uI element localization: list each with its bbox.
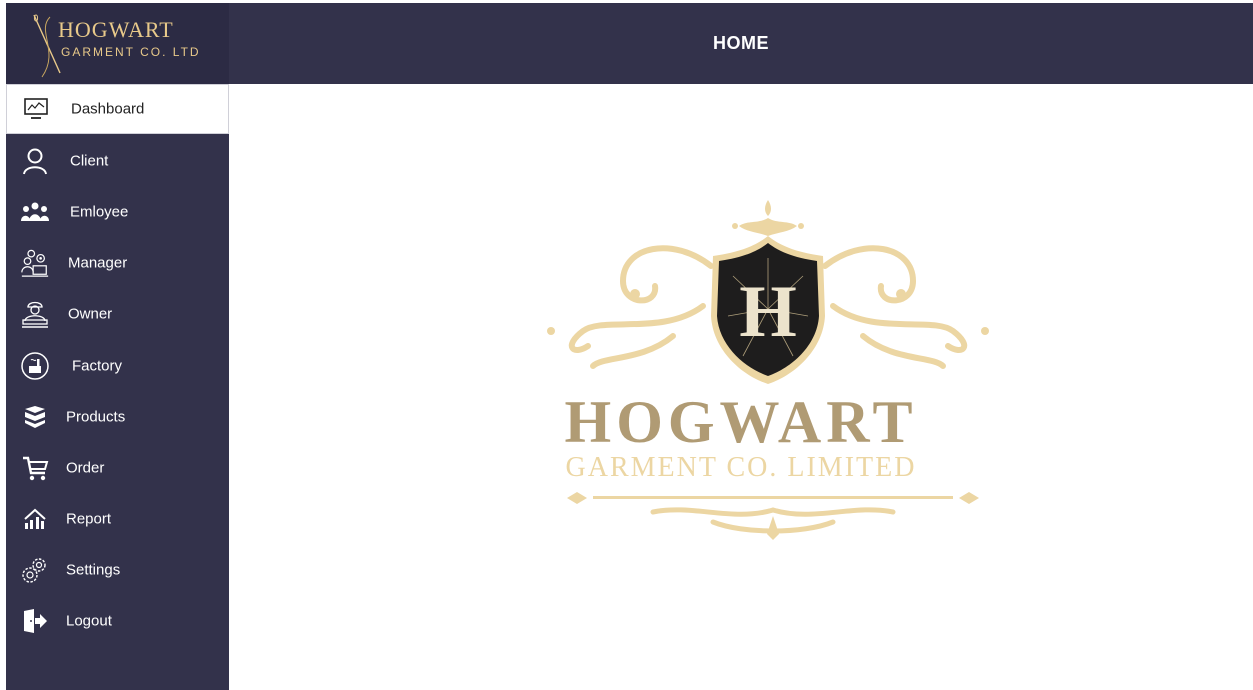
sidebar-item-manager[interactable]: Manager <box>6 238 229 289</box>
app-window: HOGWART GARMENT CO. LTD Dashboard Client… <box>0 0 1253 690</box>
factory-icon <box>20 351 50 381</box>
sidebar-item-settings[interactable]: Settings <box>6 545 229 596</box>
sidebar-item-owner[interactable]: Owner <box>6 289 229 340</box>
sidebar-item-label: Emloyee <box>70 203 129 221</box>
sidebar-item-order[interactable]: Order <box>6 442 229 493</box>
sidebar-item-label: Factory <box>72 357 123 375</box>
dashboard-icon <box>21 94 51 124</box>
sidebar-item-label: Logout <box>66 612 112 630</box>
page-title: HOME <box>713 33 769 53</box>
owner-icon <box>20 299 50 329</box>
sidebar-item-products[interactable]: Products <box>6 391 229 442</box>
brand-title: HOGWART <box>564 389 918 455</box>
sidebar-item-label: Report <box>66 510 112 528</box>
logout-icon <box>20 606 50 636</box>
sidebar-item-label: Order <box>66 459 105 477</box>
brand-subtitle: GARMENT CO. LIMITED <box>565 452 917 483</box>
logo-subtitle: GARMENT CO. LTD <box>61 45 201 59</box>
sidebar-item-employee[interactable]: Emloyee <box>6 186 229 237</box>
sidebar-item-factory[interactable]: Factory <box>6 340 229 391</box>
sidebar-item-label: Products <box>66 408 126 426</box>
cart-icon <box>20 453 50 483</box>
report-icon <box>20 504 50 534</box>
sidebar-item-report[interactable]: Report <box>6 494 229 545</box>
sidebar-logo[interactable]: HOGWART GARMENT CO. LTD <box>6 3 229 84</box>
sidebar: HOGWART GARMENT CO. LTD Dashboard Client… <box>6 3 229 690</box>
sidebar-item-label: Dashboard <box>71 100 145 118</box>
sidebar-item-label: Owner <box>68 305 113 323</box>
sidebar-item-client[interactable]: Client <box>6 135 229 186</box>
products-icon <box>20 402 50 432</box>
sidebar-nav: Dashboard Client Emloyee Manager Owner F… <box>6 84 229 647</box>
page-header: HOME <box>229 3 1253 84</box>
sidebar-item-dashboard[interactable]: Dashboard <box>6 84 229 134</box>
settings-icon <box>20 555 50 585</box>
sidebar-item-label: Manager <box>68 254 128 272</box>
manager-icon <box>20 248 50 278</box>
employees-icon <box>20 197 50 227</box>
sidebar-item-label: Settings <box>66 561 121 579</box>
ornament-divider-icon <box>567 492 979 540</box>
user-icon <box>20 146 50 176</box>
hogwart-crest-logo: H <box>547 200 989 384</box>
logo-title: HOGWART <box>58 17 174 42</box>
sidebar-item-logout[interactable]: Logout <box>6 596 229 647</box>
crest-letter: H <box>739 271 797 353</box>
sidebar-item-label: Client <box>70 152 109 170</box>
